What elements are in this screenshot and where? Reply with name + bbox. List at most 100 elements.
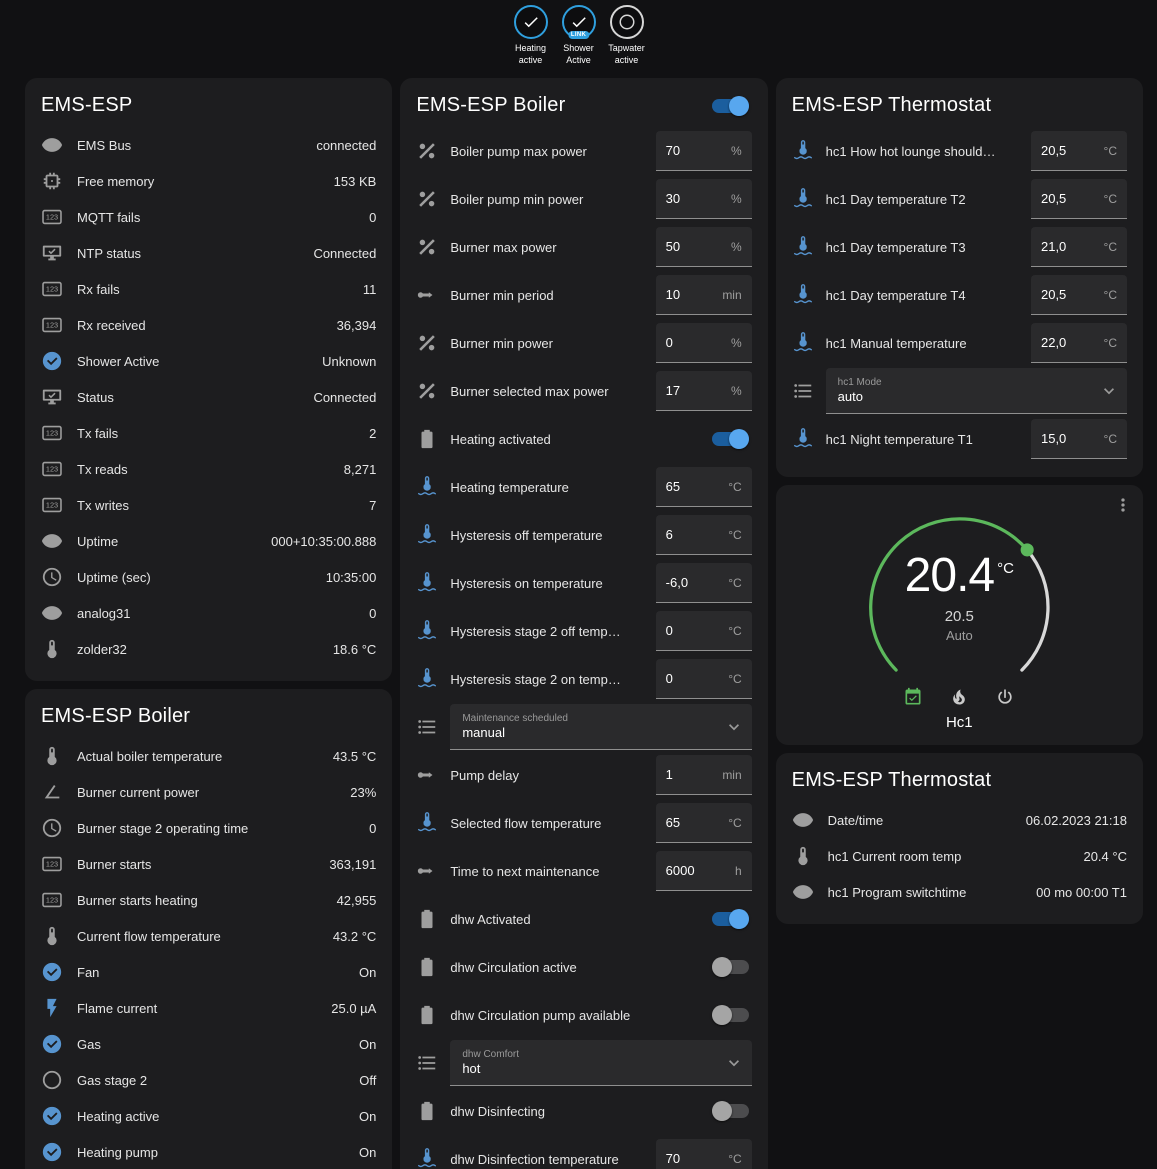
number-input[interactable]: 22,0 °C: [1031, 323, 1127, 363]
battery-icon: [416, 956, 438, 978]
entity-row[interactable]: Flame current 25.0 µA: [41, 990, 376, 1026]
number-input[interactable]: 65 °C: [656, 803, 752, 843]
entity-row[interactable]: Burner stage 2 operating time 0: [41, 810, 376, 846]
temperature-unit: °C: [997, 560, 1014, 577]
number-value: 70: [666, 143, 727, 158]
entity-row[interactable]: zolder32 18.6 °C: [41, 631, 376, 667]
number-input[interactable]: 0 %: [656, 323, 752, 363]
entity-row[interactable]: 123 Tx fails 2: [41, 415, 376, 451]
entity-row[interactable]: Heating pump On: [41, 1134, 376, 1169]
entity-row[interactable]: 123 Burner starts heating 42,955: [41, 882, 376, 918]
entity-row[interactable]: 123 MQTT fails 0: [41, 199, 376, 235]
toggle-switch[interactable]: [712, 912, 749, 926]
number-input[interactable]: -6,0 °C: [656, 563, 752, 603]
column-middle: EMS-ESP Boiler Boiler pump max power 70 …: [400, 78, 767, 1169]
auto-mode-icon[interactable]: [903, 687, 923, 707]
thermostat-dial[interactable]: 20.4°C 20.5 Auto: [856, 503, 1062, 685]
entity-row[interactable]: 123 Rx received 36,394: [41, 307, 376, 343]
thermometer-icon: [41, 745, 63, 767]
select-input[interactable]: Maintenance scheduled manual: [450, 704, 751, 750]
select-input[interactable]: hc1 Mode auto: [826, 368, 1127, 414]
control-name: Boiler pump min power: [450, 192, 643, 207]
entity-row[interactable]: Status Connected: [41, 379, 376, 415]
card-title: EMS-ESP Thermostat: [792, 769, 992, 792]
entity-row[interactable]: Date/time 06.02.2023 21:18: [792, 802, 1127, 838]
number-input[interactable]: 1 min: [656, 755, 752, 795]
select-input[interactable]: dhw Comfort hot: [450, 1040, 751, 1086]
control-row: Boiler pump max power 70 % Boiler pump m…: [416, 127, 751, 175]
number-input[interactable]: 0 °C: [656, 611, 752, 651]
entity-name: Free memory: [77, 174, 320, 189]
control-row: hc1 Night temperature T1 15,0 °C hc1 Nig…: [792, 415, 1127, 463]
water-thermometer-icon: [416, 812, 438, 834]
number-input[interactable]: 17 %: [656, 371, 752, 411]
entity-row[interactable]: Uptime (sec) 10:35:00: [41, 559, 376, 595]
number-input[interactable]: 70 °C: [656, 1139, 752, 1169]
entity-row[interactable]: EMS Bus connected: [41, 127, 376, 163]
entity-row[interactable]: Fan On: [41, 954, 376, 990]
control-row: Hysteresis on temperature -6,0 °C Hyster…: [416, 559, 751, 607]
entity-row[interactable]: Heating active On: [41, 1098, 376, 1134]
status-chip[interactable]: Tapwater active: [604, 5, 650, 66]
counter-icon: 123: [41, 494, 63, 516]
select-texts: dhw Comfort hot: [462, 1049, 723, 1076]
number-unit: °C: [728, 528, 741, 542]
percent-icon: [416, 140, 438, 162]
check-circle-icon: [41, 961, 63, 983]
entity-row[interactable]: Current flow temperature 43.2 °C: [41, 918, 376, 954]
entity-row[interactable]: hc1 Current room temp 20.4 °C: [792, 838, 1127, 874]
entity-row[interactable]: Shower Active Unknown: [41, 343, 376, 379]
entity-row[interactable]: 123 Burner starts 363,191: [41, 846, 376, 882]
overflow-menu-icon[interactable]: [1113, 495, 1133, 515]
entity-row[interactable]: NTP status Connected: [41, 235, 376, 271]
toggle-switch[interactable]: [712, 432, 749, 446]
number-value: 17: [666, 383, 727, 398]
number-input[interactable]: 20,5 °C: [1031, 275, 1127, 315]
number-input[interactable]: 50 %: [656, 227, 752, 267]
battery-icon: [416, 1100, 438, 1122]
status-chip[interactable]: Heating active: [508, 5, 554, 66]
thermometer-icon: [792, 845, 814, 867]
number-input[interactable]: 21,0 °C: [1031, 227, 1127, 267]
number-input[interactable]: 20,5 °C: [1031, 131, 1127, 171]
number-input[interactable]: 6 °C: [656, 515, 752, 555]
card-master-toggle[interactable]: [712, 99, 749, 113]
card-title: EMS-ESP: [41, 94, 132, 117]
entity-row[interactable]: hc1 Program switchtime 00 mo 00:00 T1: [792, 874, 1127, 910]
status-chip[interactable]: LINK Shower Active: [556, 5, 602, 66]
toggle-switch[interactable]: [712, 1008, 749, 1022]
entity-name: Burner starts: [77, 857, 315, 872]
entity-row[interactable]: 123 Tx reads 8,271: [41, 451, 376, 487]
number-input[interactable]: 65 °C: [656, 467, 752, 507]
number-input[interactable]: 70 %: [656, 131, 752, 171]
chevron-down-icon: [724, 1053, 744, 1073]
number-input[interactable]: 30 %: [656, 179, 752, 219]
number-input[interactable]: 0 °C: [656, 659, 752, 699]
power-off-icon[interactable]: [995, 687, 1015, 707]
entity-row[interactable]: 123 Tx writes 7: [41, 487, 376, 523]
toggle-switch[interactable]: [712, 1104, 749, 1118]
heat-mode-icon[interactable]: [949, 687, 969, 707]
entity-name: Status: [77, 390, 299, 405]
control-name: Selected flow temperature: [450, 816, 643, 831]
toggle-switch[interactable]: [712, 960, 749, 974]
number-input[interactable]: 10 min: [656, 275, 752, 315]
number-input[interactable]: 15,0 °C: [1031, 419, 1127, 459]
entity-state: 20.4 °C: [1083, 849, 1127, 864]
control-row: Maintenance scheduled manual Maintenance…: [416, 703, 751, 751]
entity-row[interactable]: Free memory 153 KB: [41, 163, 376, 199]
control-name: hc1 Manual temperature: [826, 336, 1019, 351]
entity-row[interactable]: Burner current power 23%: [41, 774, 376, 810]
entity-row[interactable]: 123 Rx fails 11: [41, 271, 376, 307]
entity-row[interactable]: Gas On: [41, 1026, 376, 1062]
entity-row[interactable]: Uptime 000+10:35:00.888: [41, 523, 376, 559]
control-row: Heating temperature 65 °C Heating temper…: [416, 463, 751, 511]
number-unit: °C: [1104, 192, 1117, 206]
status-chip-circle: LINK: [562, 5, 596, 39]
number-input[interactable]: 20,5 °C: [1031, 179, 1127, 219]
number-input[interactable]: 6000 h: [656, 851, 752, 891]
number-unit: h: [735, 864, 742, 878]
entity-row[interactable]: Actual boiler temperature 43.5 °C: [41, 738, 376, 774]
entity-row[interactable]: analog31 0: [41, 595, 376, 631]
entity-row[interactable]: Gas stage 2 Off: [41, 1062, 376, 1098]
